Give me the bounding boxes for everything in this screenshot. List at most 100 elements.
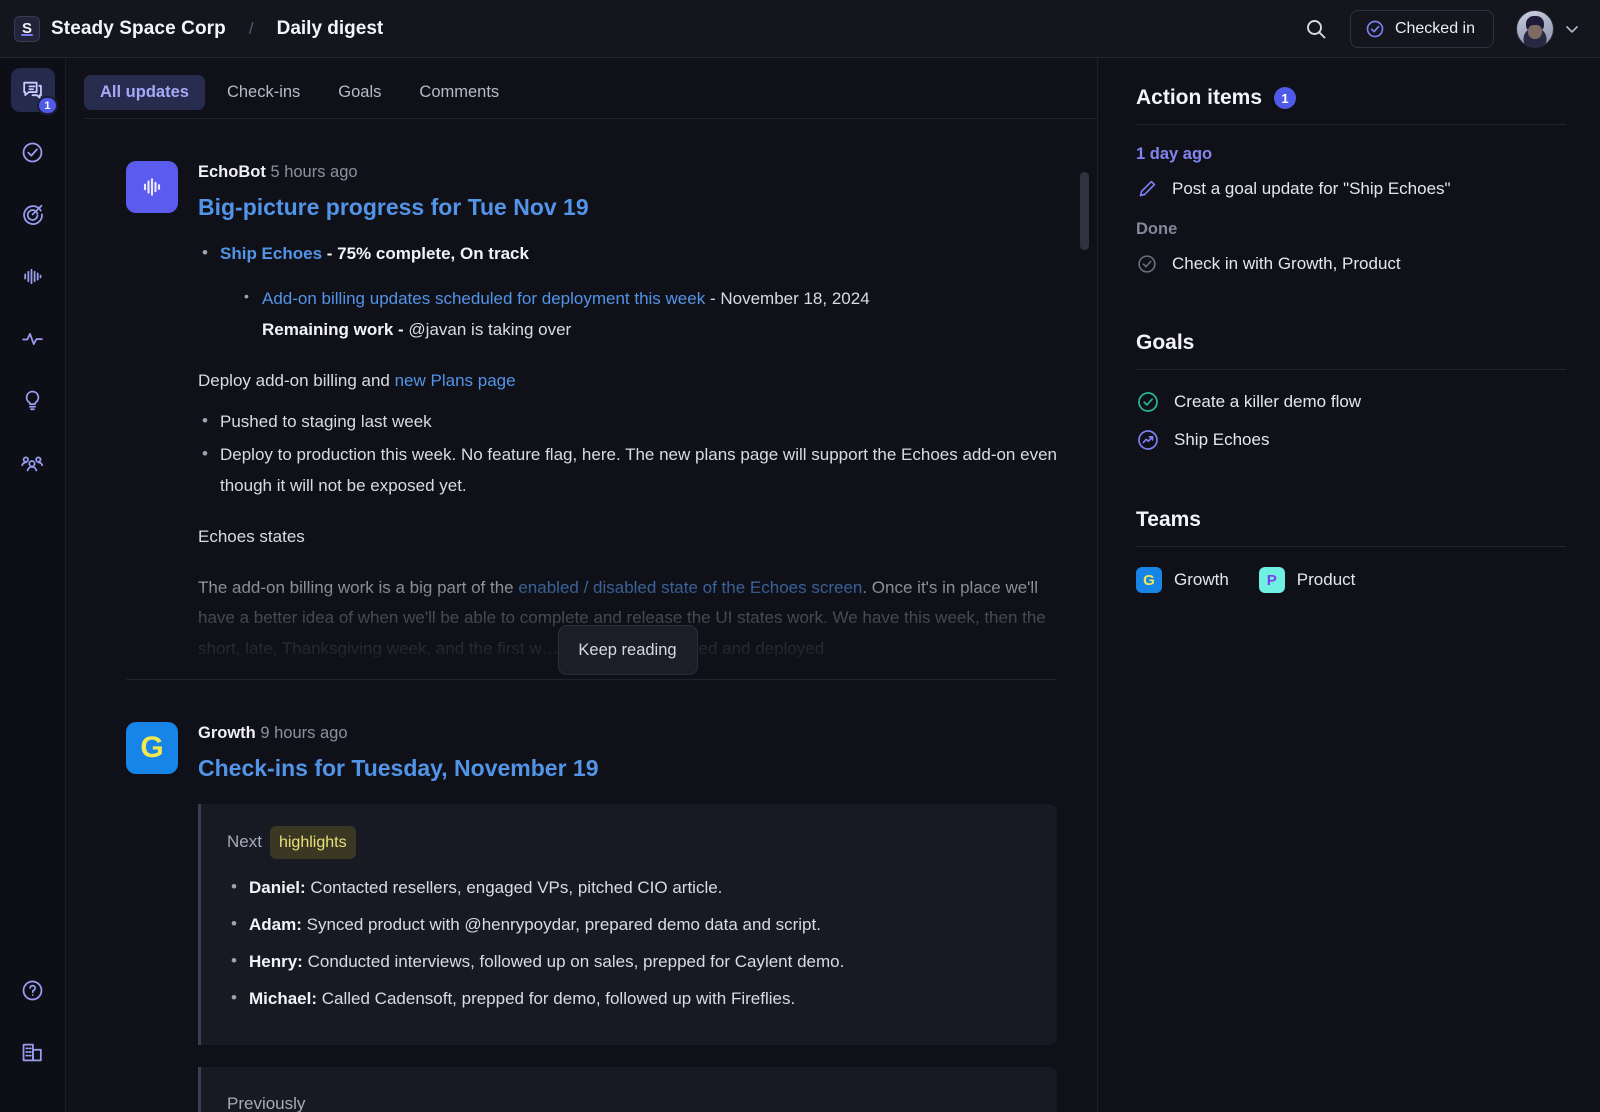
feed-scrollbar-thumb[interactable] <box>1080 172 1089 250</box>
goal-sub-list: Add-on billing updates scheduled for dep… <box>240 284 1057 346</box>
previously-label: Previously <box>227 1089 1031 1112</box>
remaining-work-text: @javan is taking over <box>408 320 571 339</box>
team-name: Product <box>1297 570 1356 590</box>
post-byline: EchoBot 5 hours ago <box>198 161 589 182</box>
feed-scroll-area[interactable]: EchoBot 5 hours ago Big-picture progress… <box>66 119 1097 1112</box>
lightbulb-icon <box>20 388 45 413</box>
post-timestamp: 5 hours ago <box>270 163 357 181</box>
right-panel: Action items 1 1 day ago Post a goal upd… <box>1098 58 1600 1112</box>
rail-bottom <box>11 968 55 1112</box>
goal-update-date: - November 18, 2024 <box>705 289 869 308</box>
keep-reading-button[interactable]: Keep reading <box>557 625 697 675</box>
action-items-done-label: Done <box>1136 220 1566 239</box>
person-name: Henry: <box>249 952 303 971</box>
sidebar-item-help[interactable] <box>11 968 55 1012</box>
tab-goals[interactable]: Goals <box>322 75 397 110</box>
post-growth: G Growth 9 hours ago Check-ins for Tuesd… <box>126 679 1057 1112</box>
sidebar-item-echoes[interactable] <box>11 254 55 298</box>
post-echobot: EchoBot 5 hours ago Big-picture progress… <box>126 119 1057 665</box>
building-icon <box>20 1040 45 1065</box>
feed-scrollbar[interactable] <box>1080 120 1089 1102</box>
sidebar-item-goals[interactable] <box>11 192 55 236</box>
teams-list: G Growth P Product <box>1136 567 1566 593</box>
sidebar-item-digest[interactable]: 1 <box>11 68 55 112</box>
post-title-link[interactable]: Big-picture progress for Tue Nov 19 <box>198 194 589 221</box>
list-item: Daniel: Contacted resellers, engaged VPs… <box>227 873 1031 904</box>
goal-label: Ship Echoes <box>1174 430 1269 450</box>
person-text: Synced product with @henrypoydar, prepar… <box>302 915 821 934</box>
tab-all-updates[interactable]: All updates <box>84 75 205 110</box>
org-logo[interactable]: S <box>14 16 40 42</box>
main-body: 1 <box>0 58 1600 1112</box>
goal-update-link[interactable]: Add-on billing updates scheduled for dep… <box>262 289 705 308</box>
post-body-echobot: Ship Echoes - 75% complete, On track Add… <box>198 239 1057 665</box>
post-byline: Growth 9 hours ago <box>198 722 599 743</box>
action-items-title: Action items 1 <box>1136 86 1566 110</box>
user-menu[interactable] <box>1516 10 1582 48</box>
org-name[interactable]: Steady Space Corp <box>51 18 226 40</box>
list-item: Pushed to staging last week <box>198 407 1057 438</box>
person-text: Contacted resellers, engaged VPs, pitche… <box>306 878 723 897</box>
action-items-count: 1 <box>1274 87 1296 109</box>
next-label-row: Next highlights <box>227 826 1031 859</box>
avatar[interactable] <box>1516 10 1554 48</box>
checked-in-button[interactable]: Checked in <box>1350 10 1494 48</box>
breadcrumb-separator: / <box>249 19 254 39</box>
waveform-icon <box>138 173 166 201</box>
post-meta-block: EchoBot 5 hours ago Big-picture progress… <box>198 161 589 221</box>
list-item: Michael: Called Cadensoft, prepped for d… <box>227 984 1031 1015</box>
next-list: Daniel: Contacted resellers, engaged VPs… <box>227 873 1031 1015</box>
post-avatar-growth[interactable]: G <box>126 722 178 774</box>
person-text: Called Cadensoft, prepped for demo, foll… <box>317 989 795 1008</box>
sidebar-item-people[interactable] <box>11 440 55 484</box>
remaining-work-label: Remaining work - <box>262 320 408 339</box>
page-title: Daily digest <box>277 18 384 40</box>
action-items-when: 1 day ago <box>1136 145 1566 164</box>
divider <box>1136 369 1566 370</box>
list-item: Henry: Conducted interviews, followed up… <box>227 947 1031 978</box>
post-author: Growth <box>198 724 256 742</box>
post-avatar-echobot[interactable] <box>126 161 178 213</box>
people-icon <box>20 450 45 475</box>
search-icon[interactable] <box>1304 17 1328 41</box>
goal-row: Ship Echoes - 75% complete, On track Add… <box>198 239 1057 346</box>
goal-row-ship-echoes[interactable]: Ship Echoes <box>1136 428 1566 452</box>
goals-label: Goals <box>1136 331 1194 355</box>
org-logo-letter: S <box>22 20 32 37</box>
remaining-work-row: Remaining work - @javan is taking over <box>262 315 1057 346</box>
goal-list: Ship Echoes - 75% complete, On track Add… <box>198 239 1057 346</box>
target-icon <box>20 202 45 227</box>
highlights-tag: highlights <box>270 826 356 859</box>
tab-comments[interactable]: Comments <box>403 75 515 110</box>
action-items-label: Action items <box>1136 86 1262 110</box>
echoes-screen-link[interactable]: enabled / disabled state of the Echoes s… <box>518 578 862 597</box>
goal-status: - 75% complete, On track <box>322 244 529 263</box>
goal-link[interactable]: Ship Echoes <box>220 244 322 263</box>
team-badge: G <box>1136 567 1162 593</box>
post-author: EchoBot <box>198 163 266 181</box>
trending-up-icon <box>1136 428 1160 452</box>
sidebar-item-checkins[interactable] <box>11 130 55 174</box>
post-header: G Growth 9 hours ago Check-ins for Tuesd… <box>126 722 1057 782</box>
section-spacer <box>1136 289 1566 331</box>
sidebar-item-company[interactable] <box>11 1030 55 1074</box>
team-chip-product[interactable]: P Product <box>1259 567 1356 593</box>
tab-check-ins[interactable]: Check-ins <box>211 75 316 110</box>
digest-badge: 1 <box>37 96 57 115</box>
next-label: Next <box>227 832 262 851</box>
action-item-done[interactable]: Check in with Growth, Product <box>1136 253 1566 275</box>
deploy-prefix: Deploy add-on billing and <box>198 371 395 390</box>
goal-label: Create a killer demo flow <box>1174 392 1361 412</box>
app-root: S Steady Space Corp / Daily digest Check… <box>0 0 1600 1112</box>
person-name: Daniel: <box>249 878 306 897</box>
goals-title: Goals <box>1136 331 1566 355</box>
post-title-link[interactable]: Check-ins for Tuesday, November 19 <box>198 755 599 782</box>
action-item-pending[interactable]: Post a goal update for "Ship Echoes" <box>1136 178 1566 200</box>
goal-sub-row: Add-on billing updates scheduled for dep… <box>240 284 1057 346</box>
sidebar-item-activity[interactable] <box>11 316 55 360</box>
plans-page-link[interactable]: new Plans page <box>395 371 516 390</box>
list-item: Deploy to production this week. No featu… <box>198 440 1057 502</box>
goal-row-demo-flow[interactable]: Create a killer demo flow <box>1136 390 1566 414</box>
team-chip-growth[interactable]: G Growth <box>1136 567 1229 593</box>
sidebar-item-insights[interactable] <box>11 378 55 422</box>
